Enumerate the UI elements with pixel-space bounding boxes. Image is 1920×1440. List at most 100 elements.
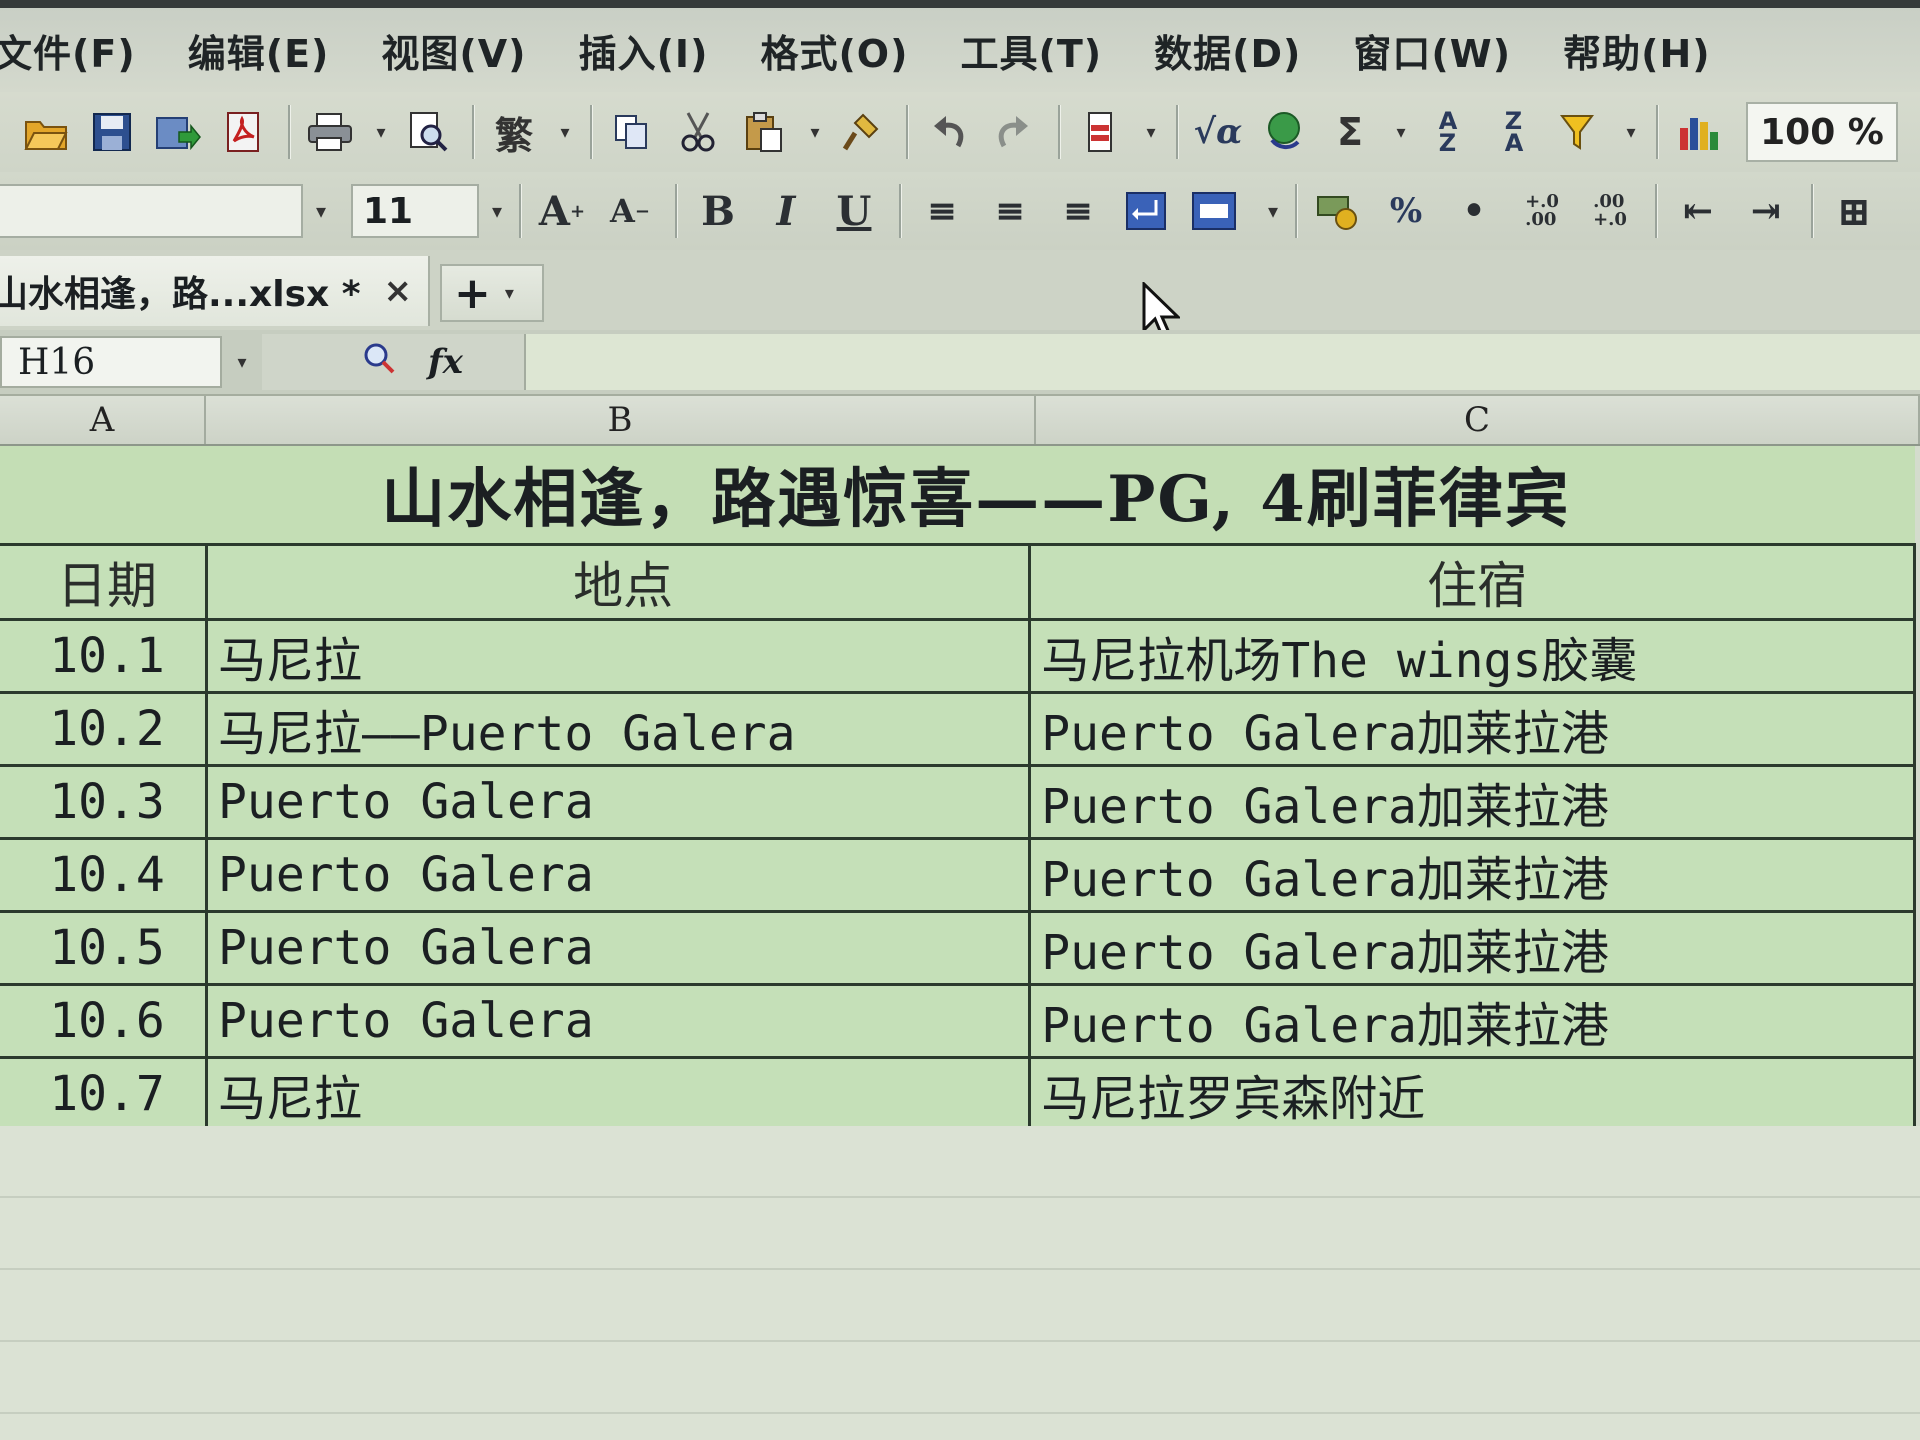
menu-view[interactable]: 视图(V) [381,23,526,78]
menu-format[interactable]: 格式(O) [760,23,908,78]
menu-insert[interactable]: 插入(I) [579,23,709,78]
place-cell[interactable]: Puerto Galera [205,909,1032,986]
percent-format-button[interactable]: % [1379,184,1433,238]
merge-center-icon[interactable] [1187,184,1241,238]
menu-tools[interactable]: 工具(T) [960,23,1102,78]
column-header-c[interactable]: C [1036,396,1920,444]
align-left-icon[interactable]: ≡ [915,184,969,238]
pdf-export-icon[interactable] [218,106,270,158]
currency-format-icon[interactable] [1311,184,1365,238]
name-box-dropdown-icon[interactable]: ▾ [222,352,262,373]
save-icon[interactable] [86,106,138,158]
increase-indent-icon[interactable]: ⇥ [1739,184,1793,238]
date-cell[interactable]: 10.2 [0,690,209,767]
paste-dropdown-icon[interactable]: ▾ [804,106,826,158]
menu-window[interactable]: 窗口(W) [1353,23,1511,78]
stay-cell[interactable]: Puerto Galera加莱拉港 [1028,982,1916,1059]
column-header-a[interactable]: A [0,396,206,444]
document-tab[interactable]: 山水相逢，路...xlsx * × [0,256,430,326]
search-icon[interactable] [362,341,396,383]
date-cell[interactable]: 10.3 [0,763,209,840]
font-size-input[interactable]: 11 [351,184,479,238]
zoom-select[interactable]: 100 % [1746,102,1898,162]
autosum-icon[interactable]: Σ [1324,106,1376,158]
sort-descending-icon[interactable]: ZA [1488,106,1540,158]
function-icon[interactable]: √α [1192,106,1244,158]
italic-button[interactable]: I [759,184,813,238]
paste-icon[interactable] [738,106,790,158]
decrease-indent-icon[interactable]: ⇤ [1671,184,1725,238]
underline-button[interactable]: U [827,184,881,238]
cut-icon[interactable] [672,106,724,158]
menu-file[interactable]: 文件(F) [0,23,136,78]
worksheet[interactable]: 山水相逢，路遇惊喜——PG, 4刷菲律宾 日期 地点 住宿 10.1 马尼拉 马… [0,446,1920,1440]
print-dropdown-icon[interactable]: ▾ [370,106,392,158]
copy-icon[interactable] [606,106,658,158]
stay-cell[interactable]: 马尼拉罗宾森附近 [1028,1055,1916,1132]
open-folder-icon[interactable] [20,106,72,158]
traditional-dropdown-icon[interactable]: ▾ [554,106,576,158]
insert-rows-icon[interactable] [1074,106,1126,158]
decrease-font-icon[interactable]: A − [603,184,657,238]
increase-font-icon[interactable]: A + [535,184,589,238]
comma-style-icon[interactable]: • [1447,184,1501,238]
menu-data[interactable]: 数据(D) [1154,23,1301,78]
stay-cell[interactable]: Puerto Galera加莱拉港 [1028,909,1916,986]
stay-cell[interactable]: Puerto Galera加莱拉港 [1028,763,1916,840]
column-header-b[interactable]: B [206,396,1036,444]
menu-help[interactable]: 帮助(H) [1563,23,1711,78]
date-cell[interactable]: 10.4 [0,836,209,913]
place-cell[interactable]: 马尼拉 [205,617,1032,694]
borders-icon[interactable]: ⊞ [1827,184,1881,238]
formula-input[interactable] [524,334,1920,390]
insert-function-button[interactable]: fx [428,342,463,382]
chevron-down-icon[interactable]: ▾ [505,283,514,304]
print-icon[interactable] [304,106,356,158]
align-right-icon[interactable]: ≡ [1051,184,1105,238]
empty-cells-area[interactable] [0,1126,1920,1440]
name-box[interactable]: H16 [0,336,222,388]
increase-decimal-icon[interactable]: +.0.00 [1515,184,1569,238]
hyperlink-icon[interactable] [1258,106,1310,158]
bold-button[interactable]: B [691,184,745,238]
header-place[interactable]: 地点 [205,542,1032,621]
menu-edit[interactable]: 编辑(E) [188,23,330,78]
stay-cell[interactable]: Puerto Galera加莱拉港 [1028,690,1916,767]
stay-cell[interactable]: Puerto Galera加莱拉港 [1028,836,1916,913]
traditional-chinese-icon[interactable]: 繁 [488,106,540,158]
date-cell[interactable]: 10.7 [0,1055,209,1132]
autosum-dropdown-icon[interactable]: ▾ [1390,106,1412,158]
print-preview-icon[interactable] [402,106,454,158]
header-stay[interactable]: 住宿 [1028,542,1916,621]
place-cell[interactable]: Puerto Galera [205,763,1032,840]
table-row: 10.6 Puerto Galera Puerto Galera加莱拉港 [0,982,1916,1059]
format-painter-icon[interactable] [836,106,888,158]
new-tab-button[interactable]: + ▾ [440,264,544,322]
date-cell[interactable]: 10.6 [0,982,209,1059]
date-cell[interactable]: 10.5 [0,909,209,986]
export-icon[interactable] [152,106,204,158]
place-cell[interactable]: 马尼拉——Puerto Galera [205,690,1032,767]
close-tab-icon[interactable]: × [384,271,413,311]
undo-icon[interactable] [922,106,974,158]
filter-dropdown-icon[interactable]: ▾ [1620,106,1642,158]
decrease-decimal-icon[interactable]: .00 +.0 [1583,184,1637,238]
redo-icon[interactable] [988,106,1040,158]
place-cell[interactable]: 马尼拉 [205,1055,1032,1132]
header-date[interactable]: 日期 [0,542,209,621]
font-name-input[interactable] [0,184,303,238]
insert-rows-dropdown-icon[interactable]: ▾ [1140,106,1162,158]
sort-ascending-icon[interactable]: AZ [1422,106,1474,158]
filter-icon[interactable] [1554,106,1606,158]
place-cell[interactable]: Puerto Galera [205,836,1032,913]
chart-icon[interactable] [1672,106,1724,158]
font-size-dropdown-icon[interactable]: ▾ [479,184,515,238]
wrap-text-icon[interactable] [1119,184,1173,238]
font-name-dropdown-icon[interactable]: ▾ [303,184,339,238]
date-cell[interactable]: 10.1 [0,617,209,694]
stay-cell[interactable]: 马尼拉机场The wings胶囊 [1028,617,1916,694]
sheet-title[interactable]: 山水相逢，路遇惊喜——PG, 4刷菲律宾 [0,446,1915,546]
place-cell[interactable]: Puerto Galera [205,982,1032,1059]
merge-dropdown-icon[interactable]: ▾ [1255,184,1291,238]
align-center-icon[interactable]: ≡ [983,184,1037,238]
